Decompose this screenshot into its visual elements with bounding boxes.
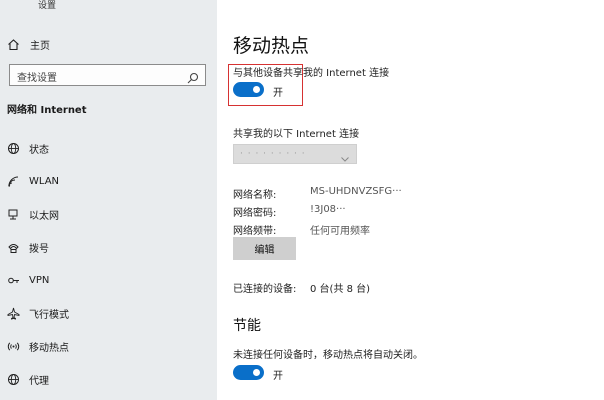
globe-icon — [6, 141, 20, 155]
hotspot-icon — [6, 339, 20, 353]
sidebar-item-mobile-hotspot[interactable]: 移动热点 — [6, 338, 69, 354]
sidebar-item-status[interactable]: 状态 — [6, 140, 49, 156]
sidebar-item-label: WLAN — [29, 175, 60, 187]
share-from-dropdown[interactable]: · · · · · · · · · — [233, 144, 357, 164]
search-placeholder: 查找设置 — [17, 73, 57, 84]
vpn-icon — [6, 273, 20, 287]
sidebar-item-label: 拨号 — [29, 243, 49, 255]
sidebar-item-label: VPN — [29, 274, 50, 286]
sidebar-item-label: 移动热点 — [29, 342, 69, 354]
main-content: 移动热点 与其他设备共享我的 Internet 连接 开 共享我的以下 Inte… — [217, 0, 604, 400]
wifi-icon — [6, 174, 20, 188]
edit-button[interactable]: 编辑 — [233, 237, 296, 260]
share-toggle-state: 开 — [273, 88, 283, 99]
sidebar-item-ethernet[interactable]: 以太网 — [6, 206, 59, 222]
network-band-label: 网络频带: — [233, 226, 277, 237]
power-saving-toggle[interactable] — [233, 365, 264, 380]
dropdown-value: · · · · · · · · · — [240, 149, 306, 159]
chevron-down-icon — [340, 149, 350, 162]
home-icon — [6, 37, 20, 51]
search-input[interactable]: 查找设置 — [9, 64, 206, 86]
proxy-globe-icon — [6, 372, 20, 386]
sidebar-item-label: 飞行模式 — [29, 309, 69, 321]
connected-devices-value: 0 台(共 8 台) — [310, 284, 371, 295]
sidebar-item-wlan[interactable]: WLAN — [6, 173, 59, 189]
toggle-knob — [253, 86, 260, 93]
sidebar-item-home[interactable]: 主页 — [6, 36, 50, 52]
sidebar-item-dialup[interactable]: 拨号 — [6, 239, 49, 255]
sidebar-item-label: 以太网 — [29, 210, 59, 222]
page-title: 移动热点 — [233, 35, 310, 57]
network-band-value: 任何可用频率 — [310, 226, 370, 237]
power-saving-title: 节能 — [233, 318, 261, 334]
sidebar-item-label: 主页 — [30, 40, 50, 52]
sidebar-item-vpn[interactable]: VPN — [6, 272, 49, 288]
power-saving-toggle-state: 开 — [273, 371, 283, 382]
sidebar-item-label: 代理 — [29, 375, 49, 387]
network-password-value: !3J08··· — [310, 204, 346, 215]
power-saving-description: 未连接任何设备时，移动热点将自动关闭。 — [233, 350, 423, 361]
dialup-icon — [6, 240, 20, 254]
share-toggle[interactable] — [233, 82, 264, 97]
toggle-knob — [253, 369, 260, 376]
sidebar-item-proxy[interactable]: 代理 — [6, 371, 49, 387]
connected-devices-label: 已连接的设备: — [233, 284, 297, 295]
search-icon[interactable] — [187, 69, 199, 84]
network-name-label: 网络名称: — [233, 190, 277, 201]
ethernet-icon — [6, 207, 20, 221]
app-title: 设置 — [38, 1, 57, 11]
network-name-value: MS-UHDNVZSFG··· — [310, 186, 402, 197]
airplane-icon — [6, 306, 20, 320]
share-connection-label: 与其他设备共享我的 Internet 连接 — [233, 68, 390, 79]
sidebar-section-title: 网络和 Internet — [7, 105, 87, 116]
share-from-label: 共享我的以下 Internet 连接 — [233, 129, 360, 140]
sidebar: 设置 主页 查找设置 网络和 Internet 状态 WLAN 以太网 拨号 V… — [0, 0, 217, 400]
sidebar-item-airplane-mode[interactable]: 飞行模式 — [6, 305, 69, 321]
sidebar-item-label: 状态 — [29, 144, 49, 156]
network-password-label: 网络密码: — [233, 208, 277, 219]
